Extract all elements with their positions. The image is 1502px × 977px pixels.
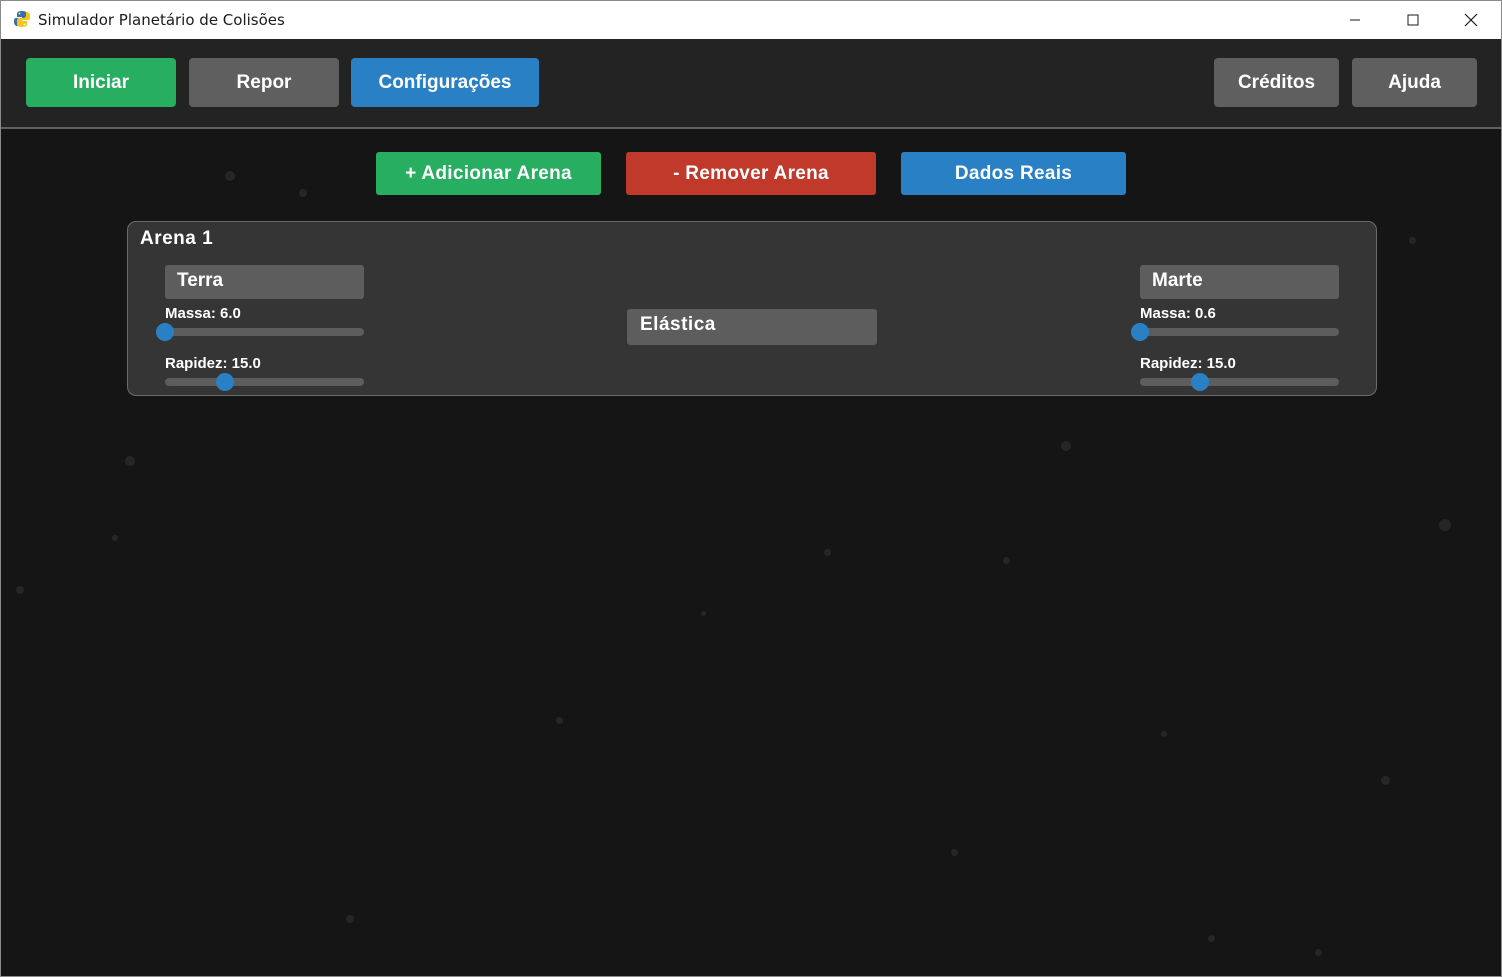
right-speed-slider[interactable] (1140, 373, 1339, 391)
right-mass-label: Massa: 0.6 (1140, 305, 1216, 322)
credits-button[interactable]: Créditos (1214, 58, 1339, 107)
close-button[interactable] (1442, 1, 1500, 39)
left-planet-name: Terra (177, 270, 224, 291)
left-mass-label: Massa: 6.0 (165, 305, 241, 322)
minimize-button[interactable] (1326, 1, 1384, 39)
collision-type-selector[interactable]: Elástica (627, 309, 877, 345)
help-button[interactable]: Ajuda (1352, 58, 1477, 107)
arena-title: Arena 1 (140, 228, 214, 249)
toolbar: Iniciar Repor Configurações Créditos Aju… (1, 39, 1501, 129)
right-mass-slider-handle[interactable] (1131, 323, 1149, 341)
left-planet-selector[interactable]: Terra (165, 265, 364, 299)
left-mass-slider-handle[interactable] (156, 323, 174, 341)
left-mass-slider[interactable] (156, 323, 364, 341)
window-title: Simulador Planetário de Colisões (38, 11, 285, 29)
left-speed-slider[interactable] (165, 373, 364, 391)
right-planet-selector[interactable]: Marte (1140, 265, 1339, 299)
left-speed-label: Rapidez: 15.0 (165, 355, 261, 372)
arena-panel: Arena 1 Terra Massa: 6.0 Rapidez: 15.0 E… (127, 221, 1377, 396)
add-arena-button[interactable]: + Adicionar Arena (376, 152, 601, 195)
minimize-icon (1350, 19, 1360, 21)
right-planet-name: Marte (1152, 270, 1203, 291)
python-snake-icon (13, 10, 31, 28)
left-speed-slider-handle[interactable] (215, 373, 234, 391)
start-button[interactable]: Iniciar (26, 58, 176, 107)
maximize-icon (1407, 14, 1419, 26)
right-speed-slider-handle[interactable] (1190, 373, 1209, 391)
right-mass-slider[interactable] (1131, 323, 1339, 341)
reset-button[interactable]: Repor (189, 58, 339, 107)
app-window: Simulador Planetário de Colisões Iniciar… (0, 0, 1502, 977)
collision-type-label: Elástica (640, 314, 716, 335)
title-bar: Simulador Planetário de Colisões (1, 1, 1501, 39)
maximize-button[interactable] (1384, 1, 1442, 39)
settings-button[interactable]: Configurações (351, 58, 539, 107)
remove-arena-button[interactable]: - Remover Arena (626, 152, 876, 195)
close-icon (1464, 13, 1478, 27)
right-speed-label: Rapidez: 15.0 (1140, 355, 1236, 372)
real-data-button[interactable]: Dados Reais (901, 152, 1126, 195)
